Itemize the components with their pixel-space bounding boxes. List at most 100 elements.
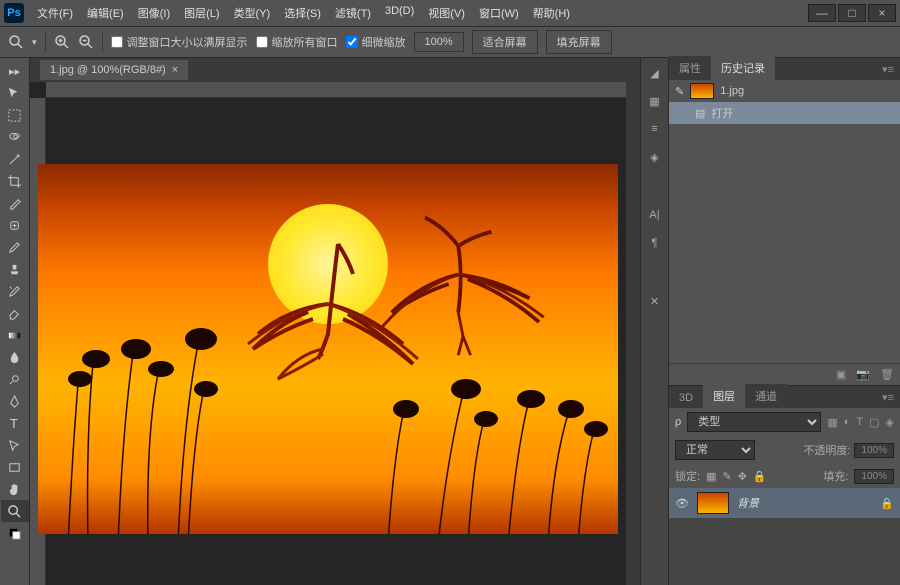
- adjustments-panel-icon[interactable]: ≡: [646, 120, 664, 138]
- blur-tool[interactable]: [1, 346, 29, 368]
- menu-select[interactable]: 选择(S): [277, 1, 328, 25]
- layer-filter-select[interactable]: 类型: [687, 412, 821, 432]
- paragraph-panel-icon[interactable]: ¶: [646, 234, 664, 252]
- lock-icon: 🔒: [880, 497, 894, 510]
- history-thumbnail: [690, 83, 714, 99]
- tab-properties[interactable]: 属性: [669, 56, 711, 80]
- close-button[interactable]: ×: [868, 4, 896, 22]
- hand-tool[interactable]: [1, 478, 29, 500]
- lock-transparency-icon[interactable]: ▦: [706, 470, 716, 483]
- minimize-button[interactable]: —: [808, 4, 836, 22]
- styles-panel-icon[interactable]: ◈: [646, 148, 664, 166]
- character-panel-icon[interactable]: A|: [646, 206, 664, 224]
- brush-icon: ✎: [675, 85, 684, 98]
- history-step-label: 打开: [711, 105, 733, 121]
- filter-icon: ρ: [675, 416, 681, 428]
- resize-window-checkbox[interactable]: 调整窗口大小以满屏显示: [111, 34, 248, 50]
- history-filename: 1.jpg: [720, 85, 744, 97]
- layer-name-label: 背景: [737, 495, 872, 511]
- tools-preset-icon[interactable]: ✕: [646, 292, 664, 310]
- filter-adjust-icon[interactable]: ◐: [844, 416, 851, 429]
- history-brush-tool[interactable]: [1, 280, 29, 302]
- new-snapshot-icon[interactable]: 📷: [856, 368, 870, 381]
- gradient-tool[interactable]: [1, 324, 29, 346]
- layers-menu-icon[interactable]: ▾≡: [876, 387, 900, 408]
- zoom-all-windows-checkbox[interactable]: 缩放所有窗口: [256, 34, 338, 50]
- canvas-image[interactable]: [38, 164, 618, 534]
- history-source[interactable]: ✎ 1.jpg: [669, 80, 900, 102]
- menu-view[interactable]: 视图(V): [421, 1, 472, 25]
- filter-shape-icon[interactable]: ▢: [869, 416, 879, 429]
- path-selection-tool[interactable]: [1, 434, 29, 456]
- fill-label: 填充:: [823, 468, 848, 484]
- color-panel-icon[interactable]: ◢: [646, 64, 664, 82]
- menu-layer[interactable]: 图层(L): [177, 1, 226, 25]
- opacity-label: 不透明度:: [803, 442, 850, 458]
- document-tab[interactable]: 1.jpg @ 100%(RGB/8#) ×: [40, 60, 188, 80]
- menu-file[interactable]: 文件(F): [30, 1, 80, 25]
- color-swatches[interactable]: [1, 522, 29, 544]
- dodge-tool[interactable]: [1, 368, 29, 390]
- menu-type[interactable]: 类型(Y): [227, 1, 278, 25]
- menu-edit[interactable]: 编辑(E): [80, 1, 131, 25]
- maximize-button[interactable]: □: [838, 4, 866, 22]
- lock-label: 锁定:: [675, 468, 700, 484]
- tab-channels[interactable]: 通道: [745, 384, 787, 408]
- tab-toggle-icon[interactable]: ▸▸: [1, 60, 29, 82]
- fit-screen-button[interactable]: 适合屏幕: [472, 30, 538, 54]
- document-tab-label: 1.jpg @ 100%(RGB/8#): [50, 64, 166, 76]
- scrubby-zoom-checkbox[interactable]: 细微缩放: [346, 34, 406, 50]
- tab-history[interactable]: 历史记录: [711, 56, 775, 80]
- create-document-icon[interactable]: ▣: [836, 368, 846, 381]
- close-tab-icon[interactable]: ×: [172, 64, 178, 76]
- app-logo: Ps: [4, 3, 24, 23]
- layer-background[interactable]: 👁 背景 🔒: [669, 488, 900, 518]
- blend-mode-select[interactable]: 正常: [675, 440, 755, 460]
- brush-tool[interactable]: [1, 236, 29, 258]
- fill-screen-button[interactable]: 填充屏幕: [546, 30, 612, 54]
- move-tool[interactable]: [1, 82, 29, 104]
- eraser-tool[interactable]: [1, 302, 29, 324]
- menu-window[interactable]: 窗口(W): [472, 1, 526, 25]
- swatches-panel-icon[interactable]: ▦: [646, 92, 664, 110]
- tab-3d[interactable]: 3D: [669, 388, 703, 408]
- menu-image[interactable]: 图像(I): [131, 1, 177, 25]
- filter-pixel-icon[interactable]: ▦: [827, 416, 837, 429]
- filter-type-icon[interactable]: T: [856, 416, 863, 429]
- tool-preset-dropdown[interactable]: ▾: [32, 37, 37, 48]
- type-tool[interactable]: T: [1, 412, 29, 434]
- crop-tool[interactable]: [1, 170, 29, 192]
- lock-all-icon[interactable]: 🔒: [753, 470, 767, 483]
- layer-thumbnail: [697, 492, 729, 514]
- panel-menu-icon[interactable]: ▾≡: [876, 59, 900, 80]
- menu-help[interactable]: 帮助(H): [526, 1, 577, 25]
- pen-tool[interactable]: [1, 390, 29, 412]
- menu-3d[interactable]: 3D(D): [378, 1, 421, 25]
- collapsed-panels: ◢ ▦ ≡ ◈ A| ¶ ✕: [640, 58, 668, 585]
- vertical-scrollbar[interactable]: [626, 58, 640, 585]
- zoom-tool[interactable]: [1, 500, 29, 522]
- zoom-out-icon[interactable]: [78, 34, 94, 50]
- reeds: [38, 264, 618, 534]
- healing-brush-tool[interactable]: [1, 214, 29, 236]
- menu-filter[interactable]: 滤镜(T): [328, 1, 378, 25]
- zoom-in-icon[interactable]: [54, 34, 70, 50]
- zoom-tool-icon[interactable]: [8, 34, 24, 50]
- ruler-horizontal: [46, 82, 626, 98]
- zoom-100-button[interactable]: 100%: [414, 32, 464, 52]
- marquee-tool[interactable]: [1, 104, 29, 126]
- filter-smart-icon[interactable]: ◈: [886, 416, 894, 429]
- tab-layers[interactable]: 图层: [703, 384, 745, 408]
- magic-wand-tool[interactable]: [1, 148, 29, 170]
- clone-stamp-tool[interactable]: [1, 258, 29, 280]
- visibility-icon[interactable]: 👁: [675, 497, 689, 510]
- eyedropper-tool[interactable]: [1, 192, 29, 214]
- history-step-open[interactable]: ▤ 打开: [669, 102, 900, 124]
- rectangle-tool[interactable]: [1, 456, 29, 478]
- fill-value[interactable]: 100%: [854, 469, 894, 484]
- opacity-value[interactable]: 100%: [854, 443, 894, 458]
- lock-position-icon[interactable]: ✥: [738, 470, 747, 483]
- lasso-tool[interactable]: [1, 126, 29, 148]
- delete-state-icon[interactable]: 🗑: [880, 368, 894, 381]
- lock-pixels-icon[interactable]: ✎: [722, 470, 731, 483]
